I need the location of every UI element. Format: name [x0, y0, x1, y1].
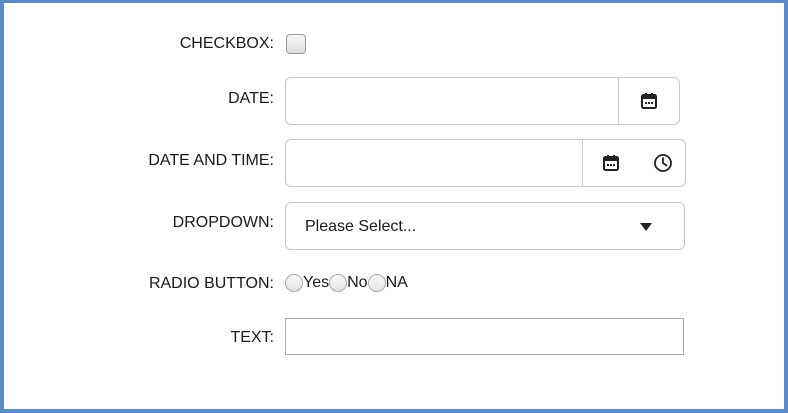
- radio-option-label: Yes: [303, 274, 330, 291]
- date-picker-button[interactable]: [619, 78, 679, 124]
- dropdown-select[interactable]: Please Select...: [285, 202, 685, 250]
- radio-label: RADIO BUTTON:: [148, 275, 274, 292]
- datetime-time-picker-button[interactable]: [641, 140, 685, 186]
- radio-option-label: NA: [385, 274, 408, 291]
- radio-button[interactable]: [329, 274, 348, 292]
- clock-icon: [654, 154, 672, 172]
- dropdown-selected-value: Please Select...: [305, 218, 417, 235]
- radio-option-label: No: [347, 274, 368, 291]
- radio-option-yes[interactable]: Yes: [285, 273, 329, 293]
- radio-option-na[interactable]: NA: [367, 273, 408, 293]
- calendar-icon: [603, 155, 619, 171]
- caret-down-icon: [640, 223, 652, 231]
- checkbox[interactable]: [286, 34, 306, 54]
- datetime-date-picker-button[interactable]: [583, 140, 639, 186]
- radio-group: Yes No NA: [285, 272, 408, 294]
- radio-button[interactable]: [285, 274, 303, 292]
- dropdown-label: DROPDOWN:: [172, 214, 274, 231]
- date-field[interactable]: [285, 77, 680, 125]
- calendar-icon: [641, 93, 657, 109]
- date-label: DATE:: [228, 90, 274, 107]
- datetime-field[interactable]: [285, 139, 686, 187]
- text-input[interactable]: [285, 318, 684, 355]
- radio-button[interactable]: [367, 274, 386, 292]
- radio-option-no[interactable]: No: [329, 273, 368, 293]
- checkbox-label: CHECKBOX:: [179, 35, 274, 52]
- datetime-label: DATE AND TIME:: [148, 152, 274, 169]
- text-label: TEXT:: [230, 329, 274, 346]
